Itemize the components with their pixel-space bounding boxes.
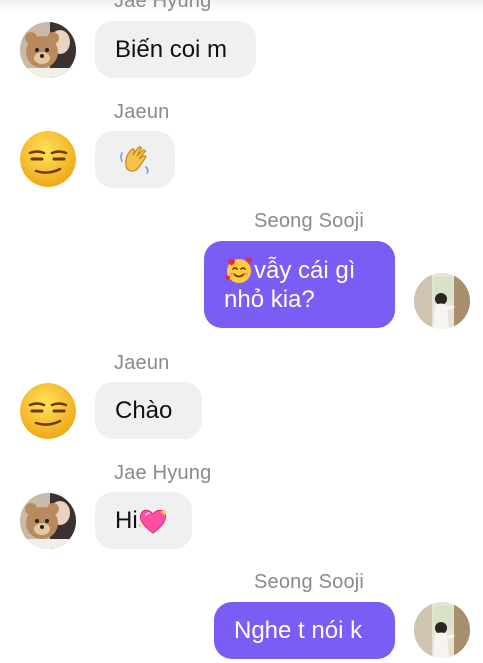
smirk-face-icon — [20, 131, 76, 187]
message-text: Chào — [115, 396, 173, 424]
window-girl-photo-icon — [414, 602, 470, 658]
avatar-smirk-emoji[interactable] — [20, 131, 76, 187]
sender-name: Jaeun — [114, 352, 170, 374]
avatar-smirk-emoji[interactable] — [20, 383, 76, 439]
sender-name: Seong Sooji — [254, 210, 365, 232]
message-bubble[interactable] — [95, 131, 175, 188]
message-text: Biến coi m — [115, 35, 228, 63]
window-girl-photo-icon — [414, 273, 470, 329]
sender-name: Jae Hyung — [114, 0, 212, 12]
message-text: Hi — [115, 506, 138, 534]
waving-hand-icon — [120, 145, 149, 174]
teddy-bear-photo-icon — [20, 22, 76, 78]
message-text-line-2: nhỏ kia? — [224, 286, 315, 313]
message-bubble[interactable]: Chào — [95, 382, 202, 439]
sender-name: Jae Hyung — [114, 462, 212, 484]
top-scroll-fade — [0, 0, 483, 12]
message-text: Nghe t nói k — [234, 616, 363, 644]
message-bubble[interactable]: vẫy cái gì nhỏ kia? — [204, 241, 395, 328]
avatar-window-girl[interactable] — [414, 273, 470, 329]
sender-name: Seong Sooji — [254, 571, 365, 593]
avatar-teddy-bear[interactable] — [20, 493, 76, 549]
avatar-window-girl[interactable] — [414, 602, 470, 658]
smiling-face-with-hearts-icon — [225, 257, 252, 283]
sender-name: Jaeun — [114, 101, 170, 123]
sparkling-heart-icon — [137, 507, 168, 534]
smirk-face-icon — [20, 383, 76, 439]
avatar-teddy-bear[interactable] — [20, 22, 76, 78]
message-text-line-1: vẫy cái gì — [254, 256, 356, 284]
message-bubble[interactable]: Hi — [95, 492, 192, 549]
message-bubble[interactable]: Biến coi m — [95, 21, 256, 78]
teddy-bear-photo-icon — [20, 493, 76, 549]
message-bubble[interactable]: Nghe t nói k — [214, 602, 395, 659]
